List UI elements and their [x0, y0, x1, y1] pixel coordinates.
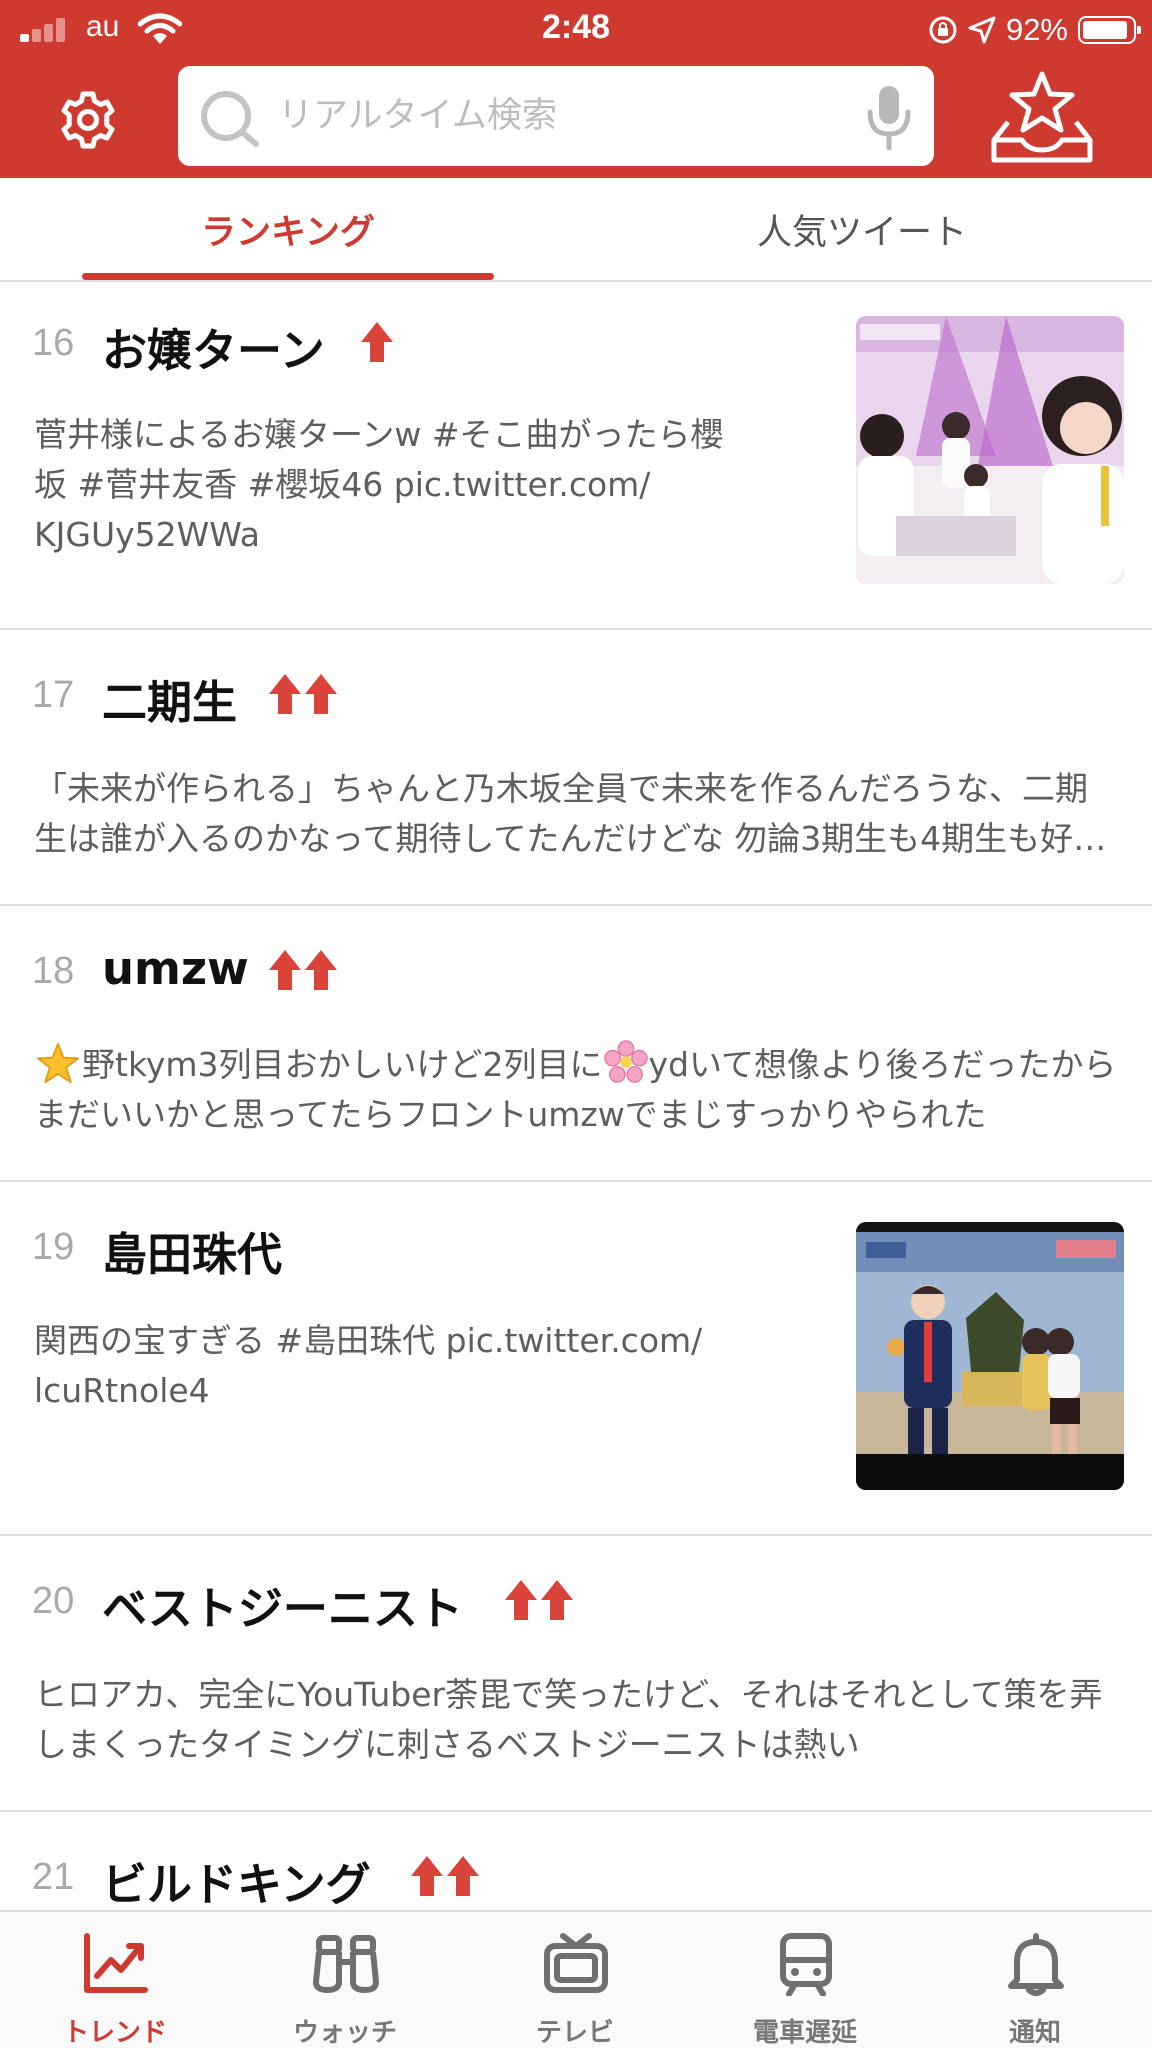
nav-watch[interactable]: ウォッチ: [230, 1912, 460, 2048]
bottom-navigation: トレンド ウォッチ テレビ 電車遅延 通知: [0, 1910, 1152, 2048]
trend-item-17[interactable]: 17 二期生 「未来が作られる」ちゃんと乃木坂全員で未来を作るんだろうな、二期生…: [0, 630, 1152, 906]
search-icon: [201, 91, 259, 147]
up-arrow-icon: [305, 674, 337, 714]
up-arrow-icon: [447, 1856, 479, 1896]
up-arrow-icon: [305, 950, 337, 990]
up-arrow-icon: [505, 1580, 537, 1620]
trend-title: 島田珠代: [102, 1228, 283, 1281]
active-tab-indicator: [82, 273, 494, 280]
battery-icon: [1078, 16, 1141, 44]
trend-title: ベストジーニスト: [102, 1582, 463, 1635]
trend-item-21[interactable]: 21 ビルドキング: [0, 1812, 1152, 1910]
up-arrow-icon: [269, 950, 301, 990]
up-arrow-icon: [541, 1580, 573, 1620]
thumbnail-tv-photo: [856, 1222, 1124, 1490]
trend-item-20[interactable]: 20 ベストジーニスト ヒロアカ、完全にYouTuber荼毘で笑ったけど、それは…: [0, 1536, 1152, 1812]
trend-arrows: [268, 672, 338, 716]
trend-rank: 19: [32, 1226, 75, 1268]
nav-tv[interactable]: テレビ: [460, 1912, 690, 2048]
trend-title: 二期生: [102, 676, 238, 729]
up-arrow-icon: [361, 322, 393, 362]
microphone-icon[interactable]: [864, 84, 914, 150]
tab-popular-tweets[interactable]: 人気ツイート: [656, 178, 1068, 280]
bell-icon: [1008, 1933, 1064, 1996]
trend-rank: 18: [32, 950, 75, 992]
star-emoji-icon: [37, 1042, 79, 1084]
nav-label: 電車遅延: [752, 2018, 857, 2048]
trend-description: 野tkym3列目おかしいけど2列目に ydいて想像より後ろだったからまだいいかと思…: [34, 1040, 1120, 1140]
star-tray-icon: [991, 71, 1093, 163]
nav-notifications[interactable]: 通知: [920, 1912, 1150, 2048]
trend-arrows: [504, 1578, 574, 1622]
nav-label: 通知: [1008, 2018, 1061, 2048]
nav-train-delay[interactable]: 電車遅延: [690, 1912, 920, 2048]
trend-arrows: [268, 948, 338, 992]
binoculars-icon: [313, 1935, 379, 1993]
status-bar: au 2:48 92%: [0, 0, 1152, 58]
trend-list: 16 お嬢ターン 菅井様によるお嬢ターンw #そこ曲がったら櫻 坂 #菅井友香 …: [0, 284, 1152, 1910]
description-text: 野tkym3列目おかしいけど2列目に: [82, 1045, 603, 1084]
nav-label: ウォッチ: [292, 2018, 397, 2048]
trend-item-16[interactable]: 16 お嬢ターン 菅井様によるお嬢ターンw #そこ曲がったら櫻 坂 #菅井友香 …: [0, 284, 1152, 630]
trend-rank: 17: [32, 674, 75, 716]
trend-rank: 16: [32, 322, 75, 364]
up-arrow-icon: [411, 1856, 443, 1896]
description-line: KJGUy52WWa: [34, 515, 260, 554]
trend-item-18[interactable]: 18 umzw 野tkym3列目おかしいけど2列目に ydいて想像より後ろだったか…: [0, 906, 1152, 1182]
up-arrow-icon: [269, 674, 301, 714]
trend-arrows: [360, 320, 394, 364]
description-line: 菅井様によるお嬢ターンw #そこ曲がったら櫻: [34, 415, 724, 454]
search-box[interactable]: [178, 66, 934, 166]
trend-rank: 20: [32, 1580, 75, 1622]
tab-ranking[interactable]: ランキング: [82, 178, 494, 280]
battery-percent: 92%: [1005, 12, 1068, 47]
trend-arrows: [410, 1854, 480, 1898]
trend-description: 関西の宝すぎる #島田珠代 pic.twitter.com/ lcuRtnole…: [34, 1316, 824, 1416]
description-line: 坂 #菅井友香 #櫻坂46 pic.twitter.com/: [34, 465, 651, 504]
trend-title: お嬢ターン: [102, 324, 325, 377]
tab-bar: ランキング 人気ツイート: [0, 178, 1152, 282]
search-input[interactable]: [278, 86, 838, 146]
nav-label: テレビ: [535, 2018, 614, 2048]
gear-icon: [61, 91, 115, 149]
train-icon: [780, 1933, 832, 1996]
location-arrow-icon: [968, 16, 996, 44]
nav-label: トレンド: [62, 2018, 167, 2048]
rotation-lock-icon: [929, 16, 957, 44]
trend-title: umzw: [102, 942, 249, 995]
trend-thumbnail[interactable]: [856, 316, 1124, 584]
trend-description: 「未来が作られる」ちゃんと乃木坂全員で未来を作るんだろうな、二期生は誰が入るのか…: [34, 769, 1107, 858]
trend-description: ヒロアカ、完全にYouTuber荼毘で笑ったけど、それはそれとして策を弄しまくっ…: [34, 1675, 1103, 1764]
trend-description: 菅井様によるお嬢ターンw #そこ曲がったら櫻 坂 #菅井友香 #櫻坂46 pic…: [34, 410, 824, 560]
battery-level-fill: [1083, 21, 1128, 39]
cherry-blossom-emoji-icon: [603, 1040, 648, 1083]
status-right-cluster: 92%: [928, 12, 1141, 48]
trend-rank: 21: [32, 1856, 75, 1898]
trend-chart-icon: [84, 1933, 148, 1993]
favorites-button[interactable]: [988, 70, 1096, 166]
thumbnail-photo: [856, 316, 1124, 584]
trend-item-19[interactable]: 19 島田珠代 関西の宝すぎる #島田珠代 pic.twitter.com/ l…: [0, 1182, 1152, 1536]
app-header: au 2:48 92%: [0, 0, 1152, 178]
trend-thumbnail[interactable]: [856, 1222, 1124, 1490]
settings-button[interactable]: [52, 84, 124, 156]
trend-title: ビルドキング: [102, 1858, 371, 1910]
nav-trend[interactable]: トレンド: [0, 1912, 230, 2048]
description-line: 関西の宝すぎる #島田珠代 pic.twitter.com/: [34, 1321, 703, 1360]
description-line: lcuRtnole4: [34, 1371, 210, 1410]
tv-icon: [544, 1933, 608, 1993]
